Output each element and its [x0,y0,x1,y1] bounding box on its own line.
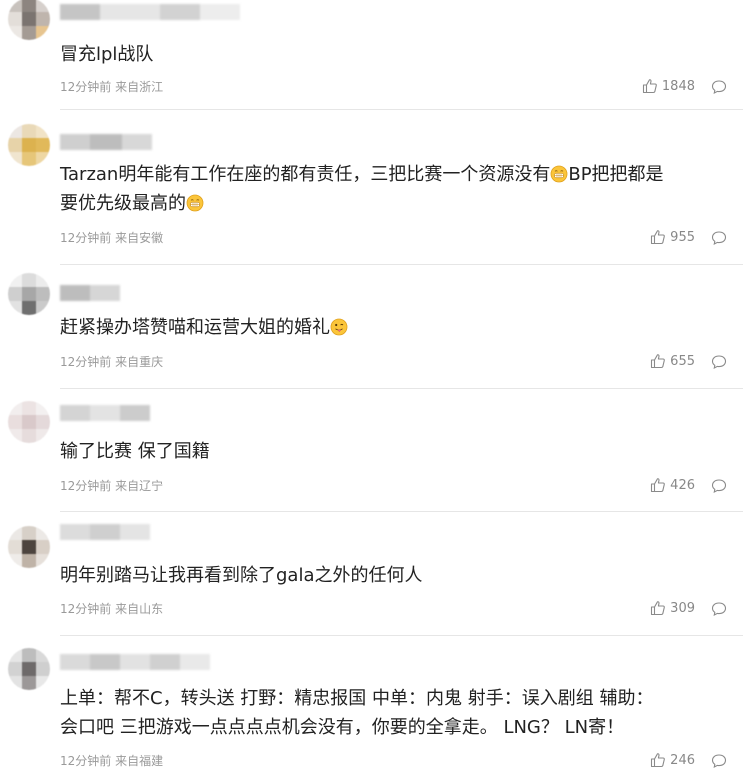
comment-location: 来自重庆 [115,355,164,369]
reply-button[interactable] [711,354,727,370]
avatar[interactable] [8,0,50,40]
speech-bubble-icon [711,478,727,494]
avatar[interactable] [8,273,50,315]
speech-bubble-icon [711,601,727,617]
like-button[interactable]: 246 [650,752,695,768]
comment-text: Tarzan明年能有工作在座的都有责任，三把比赛一个资源没有 BP把把都是 要优先级… [60,164,664,214]
reply-button[interactable] [711,230,727,246]
like-count: 1848 [661,78,695,94]
comment-4: 输了比赛 保了国籍 12分钟前 来自辽宁 426 [0,389,743,512]
comment-6: 上单：帮不C，转头送 打野：精忠报国 中单：内鬼 射手：误入剧组 辅助： 会口吧… [0,636,743,777]
comment-text: 输了比赛 保了国籍 [60,441,210,462]
like-button[interactable]: 655 [650,353,695,369]
comment-location: 来自安徽 [115,231,164,245]
comment-meta: 12分钟前 来自福建 [60,752,163,769]
comment-meta: 12分钟前 来自安徽 [60,229,163,246]
comment-text: 上单：帮不C，转头送 打野：精忠报国 中单：内鬼 射手：误入剧组 辅助： 会口吧… [60,688,654,738]
tongue-wink-emoji-icon [330,318,348,336]
comment-meta: 12分钟前 来自山东 [60,600,163,617]
comment-time: 12分钟前 [60,355,112,369]
comment-location: 来自福建 [115,754,164,768]
grinning-emoji-icon [550,165,568,183]
comment-time: 12分钟前 [60,80,112,94]
avatar[interactable] [8,401,50,443]
avatar[interactable] [8,648,50,690]
thumbs-up-icon [650,600,666,616]
like-count: 655 [670,353,695,369]
like-button[interactable]: 955 [650,229,695,245]
like-button[interactable]: 309 [650,600,695,616]
thumbs-up-icon [650,752,666,768]
like-count: 426 [670,477,695,493]
reply-button[interactable] [711,478,727,494]
reply-button[interactable] [711,79,727,95]
speech-bubble-icon [711,753,727,769]
reply-button[interactable] [711,753,727,769]
comment-time: 12分钟前 [60,754,112,768]
like-button[interactable]: 426 [650,477,695,493]
username-blurred[interactable] [60,405,150,421]
like-button[interactable]: 1848 [642,78,695,94]
comment-meta: 12分钟前 来自辽宁 [60,477,163,494]
username-blurred[interactable] [60,134,152,150]
comment-1: 冒充lpl战队 12分钟前 来自浙江 1848 [0,0,743,110]
comment-time: 12分钟前 [60,602,112,616]
comment-time: 12分钟前 [60,231,112,245]
thumbs-up-icon [650,353,666,369]
comment-text: 赶紧操办塔赞喵和运营大姐的婚礼 [60,313,723,342]
like-count: 309 [670,600,695,616]
comment-text: 明年别踏马让我再看到除了gala之外的任何人 [60,565,423,586]
comment-location: 来自辽宁 [115,479,164,493]
grinning-emoji-icon [186,194,204,212]
speech-bubble-icon [711,354,727,370]
thumbs-up-icon [642,78,658,94]
speech-bubble-icon [711,79,727,95]
comment-location: 来自山东 [115,602,164,616]
reply-button[interactable] [711,601,727,617]
thumbs-up-icon [650,229,666,245]
username-blurred[interactable] [60,524,150,540]
comment-meta: 12分钟前 来自浙江 [60,78,163,95]
username-blurred[interactable] [60,4,240,20]
speech-bubble-icon [711,230,727,246]
avatar[interactable] [8,124,50,166]
username-blurred[interactable] [60,654,210,670]
comment-2: Tarzan明年能有工作在座的都有责任，三把比赛一个资源没有 BP把把都是 要优先级… [0,110,743,265]
comment-3: 赶紧操办塔赞喵和运营大姐的婚礼 12分钟前 来自重庆 655 [0,265,743,389]
comment-time: 12分钟前 [60,479,112,493]
comment-meta: 12分钟前 来自重庆 [60,353,163,370]
comment-location: 来自浙江 [115,80,164,94]
thumbs-up-icon [650,477,666,493]
comment-text: 冒充lpl战队 [60,44,154,65]
comment-5: 明年别踏马让我再看到除了gala之外的任何人 12分钟前 来自山东 309 [0,512,743,636]
username-blurred[interactable] [60,285,120,301]
avatar[interactable] [8,526,50,568]
like-count: 955 [670,229,695,245]
like-count: 246 [670,752,695,768]
